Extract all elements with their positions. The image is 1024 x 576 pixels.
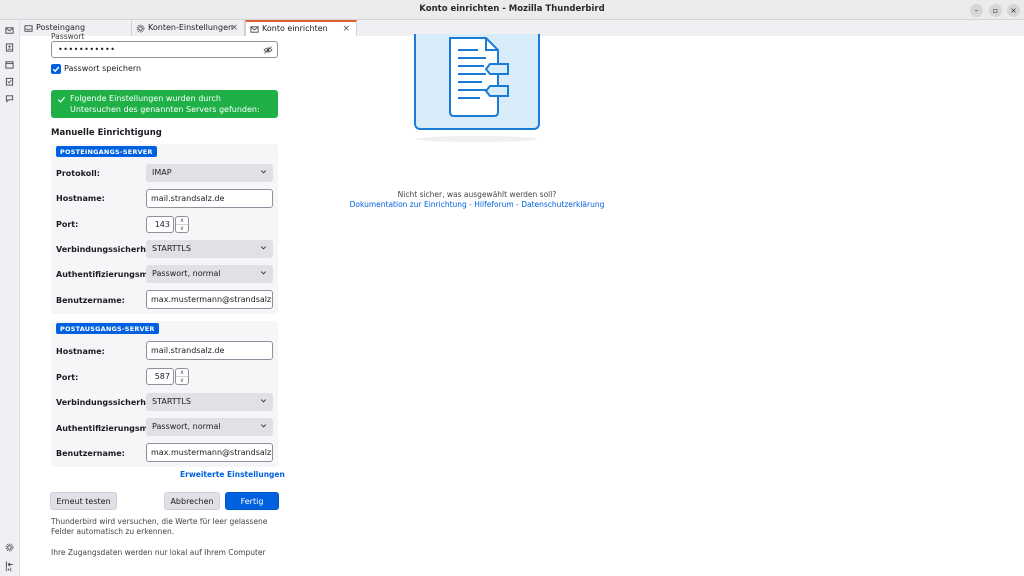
tab-label: Konto einrichten xyxy=(262,24,328,33)
toggle-password-visibility-icon[interactable] xyxy=(263,45,273,55)
password-field[interactable]: ••••••••••• xyxy=(51,41,278,58)
illustration-shadow xyxy=(416,136,538,142)
outgoing-security-select[interactable]: STARTTLS xyxy=(146,393,273,411)
auth-value: Passwort, normal xyxy=(152,422,221,431)
decrement-icon[interactable]: ∨ xyxy=(176,377,188,385)
port-label: Port: xyxy=(56,220,79,229)
minimize-button[interactable]: – xyxy=(970,4,983,17)
incoming-auth-select[interactable]: Passwort, normal xyxy=(146,265,273,283)
outgoing-port-input[interactable]: 587 xyxy=(146,368,174,385)
protocol-value: IMAP xyxy=(152,168,172,177)
mail-icon[interactable] xyxy=(5,26,14,35)
done-button[interactable]: Fertig xyxy=(225,492,279,510)
outgoing-hostname-input[interactable]: mail.strandsalz.de xyxy=(146,341,273,360)
remember-password-checkbox[interactable] xyxy=(51,64,61,74)
close-window-button[interactable]: × xyxy=(1007,4,1020,17)
incoming-server-panel: POSTEINGANGS-SERVER Protokoll: IMAP Host… xyxy=(51,144,278,314)
privacy-link[interactable]: Datenschutzerklärung xyxy=(521,200,604,209)
auth-value: Passwort, normal xyxy=(152,269,221,278)
security-value: STARTTLS xyxy=(152,244,191,253)
spaces-toolbar xyxy=(0,20,20,576)
address-book-icon[interactable] xyxy=(5,43,14,52)
local-credentials-note: Ihre Zugangsdaten werden nur lokal auf I… xyxy=(51,548,266,557)
security-value: STARTTLS xyxy=(152,397,191,406)
close-icon[interactable]: × xyxy=(342,24,350,34)
checkmark-icon xyxy=(52,66,60,73)
password-label: Passwort xyxy=(51,32,85,41)
username-label: Benutzername: xyxy=(56,449,125,458)
documentation-link[interactable]: Dokumentation zur Einrichtung xyxy=(350,200,467,209)
retest-button[interactable]: Erneut testen xyxy=(50,492,117,510)
increment-icon[interactable]: ∧ xyxy=(176,217,188,225)
window-title: Konto einrichten - Mozilla Thunderbird xyxy=(419,4,605,14)
help-links: Dokumentation zur Einrichtung - Hilfefor… xyxy=(320,200,634,209)
advanced-settings-link[interactable]: Erweiterte Einstellungen xyxy=(180,470,285,479)
decrement-icon[interactable]: ∨ xyxy=(176,225,188,233)
incoming-port-stepper[interactable]: ∧ ∨ xyxy=(175,216,189,233)
autofill-note: Thunderbird wird versuchen, die Werte fü… xyxy=(51,517,268,536)
connection-status-icon xyxy=(5,567,12,572)
manual-setup-title: Manuelle Einrichtigung xyxy=(51,128,162,138)
hostname-label: Hostname: xyxy=(56,194,105,203)
outgoing-auth-select[interactable]: Passwort, normal xyxy=(146,418,273,436)
chevron-down-icon xyxy=(260,271,267,275)
tab-label: Posteingang xyxy=(36,23,86,32)
document-icon xyxy=(449,37,509,117)
setup-illustration xyxy=(414,34,540,130)
chevron-down-icon xyxy=(260,424,267,428)
success-message: Folgende Einstellungen wurden durch Unte… xyxy=(70,94,260,114)
tab-account-setup[interactable]: Konto einrichten × xyxy=(245,20,357,36)
outgoing-username-input[interactable]: max.mustermann@strandsalz.de xyxy=(146,443,273,462)
help-forum-link[interactable]: Hilfeforum xyxy=(474,200,513,209)
hostname-label: Hostname: xyxy=(56,347,105,356)
incoming-server-badge: POSTEINGANGS-SERVER xyxy=(56,146,157,157)
outgoing-server-badge: POSTAUSGANGS-SERVER xyxy=(56,323,159,334)
incoming-username-input[interactable]: max.mustermann@strandsalz.de xyxy=(146,290,273,309)
chevron-down-icon xyxy=(260,246,267,250)
account-icon xyxy=(250,26,259,33)
tab-account-settings[interactable]: Konten-Einstellungen × xyxy=(132,21,245,36)
incoming-port-input[interactable]: 143 xyxy=(146,216,174,233)
incoming-hostname-input[interactable]: mail.strandsalz.de xyxy=(146,189,273,208)
incoming-security-select[interactable]: STARTTLS xyxy=(146,240,273,258)
tab-label: Konten-Einstellungen xyxy=(148,23,234,32)
title-bar: Konto einrichten - Mozilla Thunderbird –… xyxy=(0,0,1024,20)
password-value: ••••••••••• xyxy=(58,45,116,54)
maximize-button[interactable]: ▫ xyxy=(989,4,1002,17)
account-setup-content: Passwort ••••••••••• Passwort speichern … xyxy=(20,32,1024,576)
outgoing-port-stepper[interactable]: ∧ ∨ xyxy=(175,368,189,385)
success-notification: Folgende Einstellungen wurden durch Unte… xyxy=(51,90,278,118)
inbox-icon xyxy=(24,25,33,32)
cancel-button[interactable]: Abbrechen xyxy=(164,492,220,510)
settings-icon[interactable] xyxy=(5,543,14,552)
increment-icon[interactable]: ∧ xyxy=(176,369,188,377)
gear-icon xyxy=(136,24,145,33)
close-icon[interactable]: × xyxy=(230,23,238,33)
remember-password-label: Passwort speichern xyxy=(64,64,142,73)
username-label: Benutzername: xyxy=(56,296,125,305)
chevron-down-icon xyxy=(260,399,267,403)
protocol-select[interactable]: IMAP xyxy=(146,164,273,182)
chevron-down-icon xyxy=(260,170,267,174)
calendar-icon[interactable] xyxy=(5,60,14,69)
protocol-label: Protokoll: xyxy=(56,169,100,178)
tasks-icon[interactable] xyxy=(5,77,14,86)
chat-icon[interactable] xyxy=(5,94,14,103)
checkmark-icon xyxy=(57,96,66,103)
outgoing-server-panel: POSTAUSGANGS-SERVER Hostname: mail.stran… xyxy=(51,321,278,467)
help-question: Nicht sicher, was ausgewählt werden soll… xyxy=(397,190,557,199)
port-label: Port: xyxy=(56,373,79,382)
